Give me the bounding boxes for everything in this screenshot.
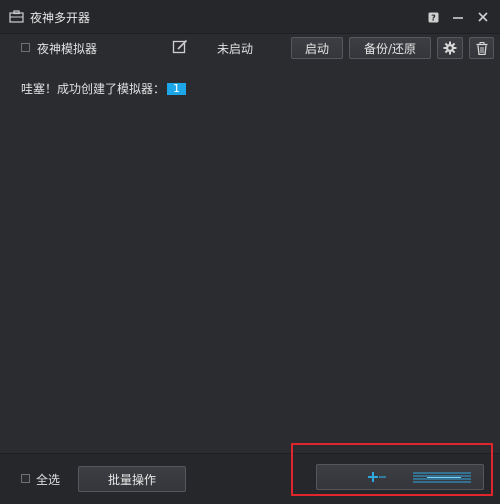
batch-operation-button[interactable]: 批量操作: [78, 466, 186, 492]
window-title: 夜神多开器: [30, 11, 91, 25]
briefcase-icon: [9, 10, 24, 23]
help-button[interactable]: ?: [424, 8, 442, 26]
trash-icon: [476, 41, 487, 55]
backup-restore-button[interactable]: 备份/还原: [349, 37, 431, 59]
emulator-row: 夜神模拟器 未启动 启动 备份/还原: [0, 34, 500, 62]
plus-icon: [368, 472, 386, 482]
title-bar: 夜神多开器 ?: [0, 0, 500, 34]
svg-text:?: ?: [431, 13, 436, 22]
close-icon: [478, 12, 488, 22]
status-text: 未启动: [217, 42, 254, 56]
add-emulator-button[interactable]: [316, 464, 484, 490]
success-message: 哇塞！成功创建了模拟器： 1: [21, 80, 187, 97]
minimize-icon: [453, 17, 463, 19]
edit-icon[interactable]: [172, 39, 188, 55]
close-button[interactable]: [474, 8, 492, 26]
bars-icon: [413, 472, 471, 483]
settings-button[interactable]: [437, 37, 463, 59]
select-all-checkbox[interactable]: [21, 474, 30, 483]
success-message-text: 哇塞！成功创建了模拟器：: [21, 82, 166, 96]
help-icon: ?: [428, 12, 438, 22]
emulator-checkbox[interactable]: [21, 43, 30, 52]
emulator-name: 夜神模拟器: [37, 42, 98, 56]
gear-icon: [443, 41, 457, 55]
minimize-button[interactable]: [449, 8, 467, 26]
select-all-label: 全选: [36, 473, 61, 487]
count-badge: 1: [167, 83, 187, 95]
start-button[interactable]: 启动: [291, 37, 343, 59]
delete-button[interactable]: [469, 37, 494, 59]
